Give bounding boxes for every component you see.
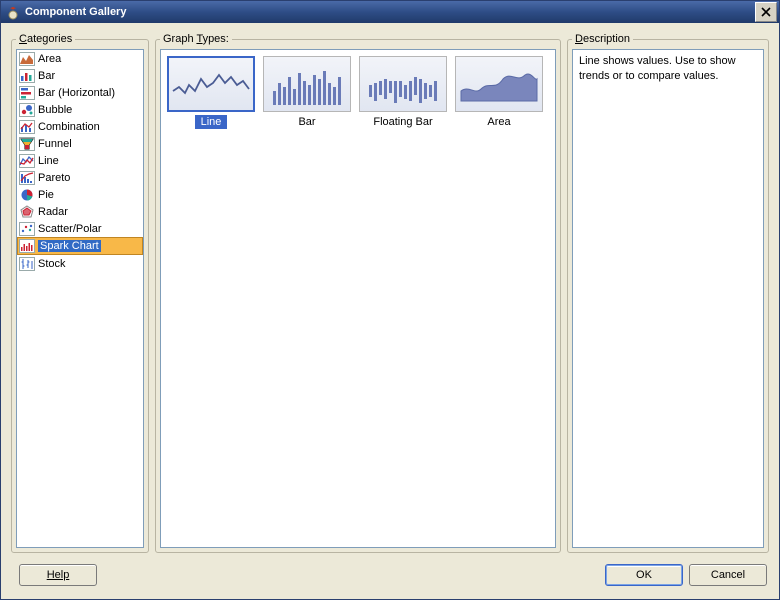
graph-type-label: Floating Bar — [367, 115, 438, 129]
graph-types-panel: Graph Types: Line — [155, 33, 561, 553]
graph-types-list: Line Bar — [160, 49, 556, 548]
bar-thumb-icon — [263, 56, 351, 112]
category-item-pareto[interactable]: Pareto — [17, 169, 143, 186]
category-label: Scatter/Polar — [38, 223, 102, 235]
spark-chart-icon — [19, 239, 35, 253]
category-item-stock[interactable]: Stock — [17, 255, 143, 272]
bar-icon — [19, 69, 35, 83]
category-label: Stock — [38, 258, 66, 270]
area-thumb-icon — [455, 56, 543, 112]
line-icon — [19, 154, 35, 168]
title-bar: Component Gallery — [1, 1, 779, 23]
category-item-funnel[interactable]: Funnel — [17, 135, 143, 152]
category-item-pie[interactable]: Pie — [17, 186, 143, 203]
categories-list: Area Bar Bar (Horizontal) — [17, 50, 143, 272]
category-label: Pie — [38, 189, 54, 201]
bubble-icon — [19, 103, 35, 117]
button-row: Help OK Cancel — [1, 557, 779, 599]
category-label: Funnel — [38, 138, 72, 150]
category-item-bubble[interactable]: Bubble — [17, 101, 143, 118]
scatter-icon — [19, 222, 35, 236]
window-title: Component Gallery — [25, 6, 755, 18]
line-thumb-icon — [167, 56, 255, 112]
categories-list-container: Area Bar Bar (Horizontal) — [16, 49, 144, 548]
category-item-scatter-polar[interactable]: Scatter/Polar — [17, 220, 143, 237]
help-button[interactable]: Help — [19, 564, 97, 586]
category-label: Bar (Horizontal) — [38, 87, 115, 99]
cancel-button[interactable]: Cancel — [689, 564, 767, 586]
category-label: Bar — [38, 70, 55, 82]
description-text: Line shows values. Use to show trends or… — [572, 49, 764, 548]
categories-panel: Categories Area Bar — [11, 33, 149, 553]
category-item-radar[interactable]: Radar — [17, 203, 143, 220]
bar-horizontal-icon — [19, 86, 35, 100]
category-item-bar[interactable]: Bar — [17, 67, 143, 84]
stock-icon — [19, 257, 35, 271]
ok-button[interactable]: OK — [605, 564, 683, 586]
category-label: Spark Chart — [38, 240, 101, 252]
category-label: Line — [38, 155, 59, 167]
graph-types-legend: Graph Types: — [160, 33, 232, 45]
category-item-combination[interactable]: Combination — [17, 118, 143, 135]
radar-icon — [19, 205, 35, 219]
category-label: Combination — [38, 121, 100, 133]
pie-icon — [19, 188, 35, 202]
category-label: Bubble — [38, 104, 72, 116]
close-button[interactable] — [755, 2, 777, 22]
graph-type-area[interactable]: Area — [453, 56, 545, 129]
category-label: Area — [38, 53, 61, 65]
description-legend: Description — [572, 33, 633, 45]
graph-type-label: Line — [195, 115, 228, 129]
content-area: Categories Area Bar — [1, 23, 779, 557]
description-panel: Description Line shows values. Use to sh… — [567, 33, 769, 553]
category-item-bar-horizontal[interactable]: Bar (Horizontal) — [17, 84, 143, 101]
dialog-window: Component Gallery Categories Area — [0, 0, 780, 600]
category-label: Pareto — [38, 172, 70, 184]
graph-type-line[interactable]: Line — [165, 56, 257, 129]
graph-type-label: Area — [481, 115, 516, 129]
graph-type-bar[interactable]: Bar — [261, 56, 353, 129]
category-item-line[interactable]: Line — [17, 152, 143, 169]
category-item-spark-chart[interactable]: Spark Chart — [17, 237, 143, 255]
combination-icon — [19, 120, 35, 134]
area-icon — [19, 52, 35, 66]
category-item-area[interactable]: Area — [17, 50, 143, 67]
app-icon — [5, 4, 21, 20]
category-label: Radar — [38, 206, 68, 218]
pareto-icon — [19, 171, 35, 185]
categories-legend: Categories — [16, 33, 75, 45]
funnel-icon — [19, 137, 35, 151]
floating-bar-thumb-icon — [359, 56, 447, 112]
graph-type-label: Bar — [292, 115, 321, 129]
graph-type-floating-bar[interactable]: Floating Bar — [357, 56, 449, 129]
